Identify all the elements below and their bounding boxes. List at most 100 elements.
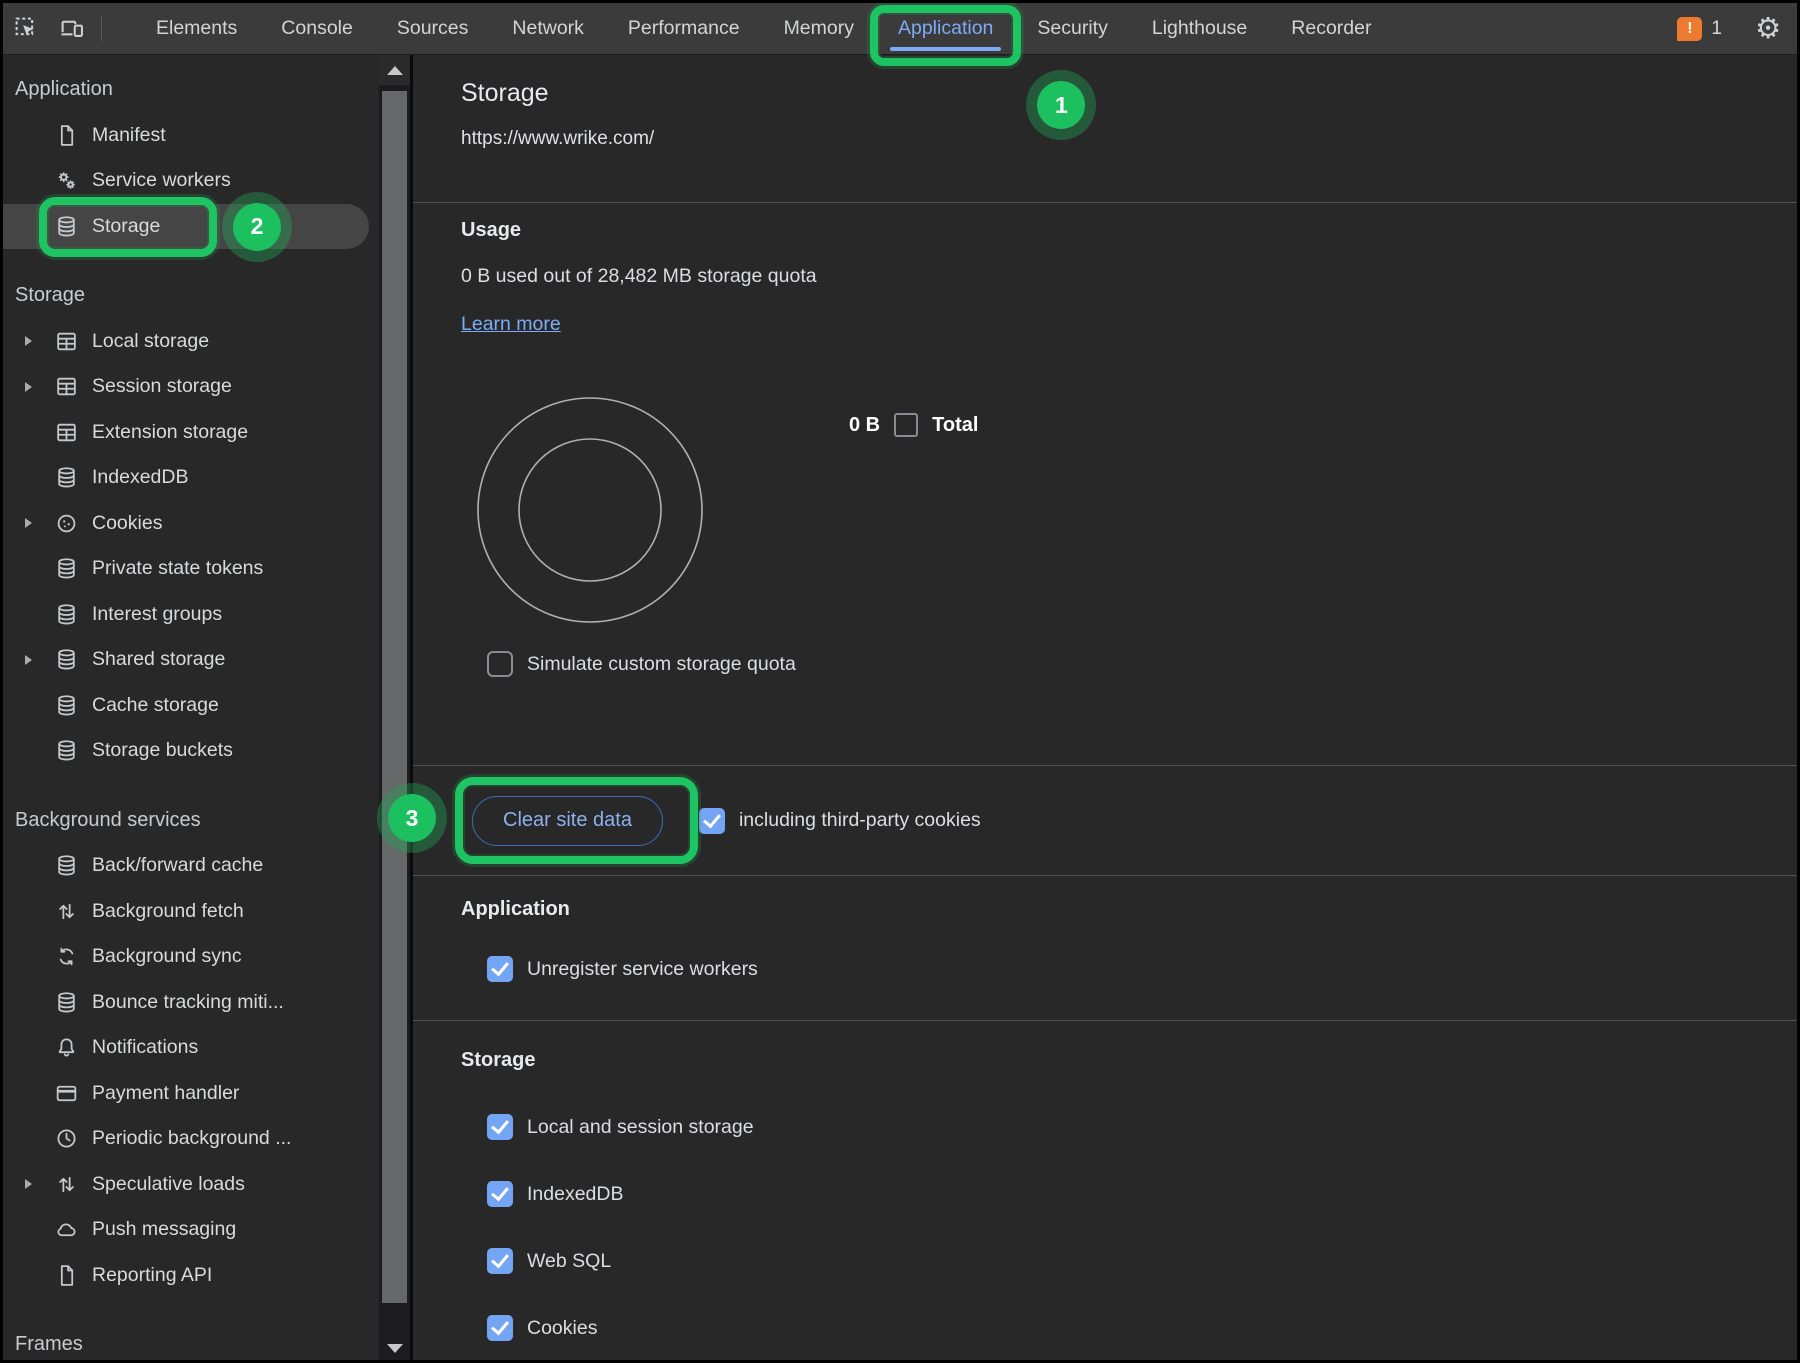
sidebar-item-indexeddb[interactable]: IndexedDB: [3, 455, 379, 501]
sidebar-item-payment-handler[interactable]: Payment handler: [3, 1071, 379, 1117]
database-icon: [53, 989, 79, 1015]
expand-arrow-icon[interactable]: [25, 1179, 41, 1189]
sidebar-item-cookies[interactable]: Cookies: [3, 501, 379, 547]
expand-arrow-icon[interactable]: [25, 655, 41, 665]
arrows-updown-icon: [53, 1171, 79, 1197]
sidebar-item-label: Interest groups: [92, 603, 222, 626]
sidebar-item-interest-groups[interactable]: Interest groups: [3, 592, 379, 638]
sidebar-item-background-fetch[interactable]: Background fetch: [3, 889, 379, 935]
inspect-element-button[interactable]: [3, 3, 49, 54]
sidebar-item-bounce-tracking-miti-[interactable]: Bounce tracking miti...: [3, 980, 379, 1026]
tab-label: Elements: [156, 17, 237, 40]
web-sql-checkbox[interactable]: [487, 1248, 513, 1274]
checkbox-label: Unregister service workers: [527, 958, 758, 981]
tab-label: Console: [281, 17, 353, 40]
sidebar-section-background-services: Background services: [3, 798, 379, 844]
sidebar-item-label: Background fetch: [92, 900, 244, 923]
tab-network[interactable]: Network: [490, 3, 606, 54]
sidebar-item-session-storage[interactable]: Session storage: [3, 364, 379, 410]
database-icon: [53, 556, 79, 582]
issues-count[interactable]: 1: [1711, 18, 1722, 40]
simulate-quota-checkbox[interactable]: [487, 651, 513, 677]
sidebar-item-storage[interactable]: Storage2: [3, 204, 369, 250]
issues-badge-icon[interactable]: !: [1677, 17, 1702, 41]
sidebar-item-extension-storage[interactable]: Extension storage: [3, 410, 379, 456]
database-icon: [53, 853, 79, 879]
cookies-checkbox[interactable]: [487, 1315, 513, 1341]
application-checkboxes: Unregister service workers: [461, 956, 1797, 982]
sidebar-item-label: Storage buckets: [92, 739, 233, 762]
third-party-cookies-checkbox[interactable]: [699, 808, 725, 834]
clear-site-data-button[interactable]: Clear site data: [472, 796, 663, 846]
sidebar-item-reporting-api[interactable]: Reporting API: [3, 1253, 379, 1299]
sidebar-item-label: Cache storage: [92, 694, 219, 717]
expand-arrow-icon[interactable]: [25, 336, 41, 346]
third-party-cookies-row: including third-party cookies: [699, 808, 981, 834]
application-sidebar: ApplicationManifestService workersStorag…: [3, 55, 379, 1362]
sidebar-item-push-messaging[interactable]: Push messaging: [3, 1207, 379, 1253]
tab-performance[interactable]: Performance: [606, 3, 762, 54]
tab-label: Performance: [628, 17, 740, 40]
sidebar-item-storage-buckets[interactable]: Storage buckets: [3, 728, 379, 774]
arrows-updown-icon: [53, 898, 79, 924]
learn-more-link[interactable]: Learn more: [461, 311, 561, 337]
clear-option-row: IndexedDB: [487, 1181, 1797, 1207]
sidebar-item-label: Notifications: [92, 1036, 198, 1059]
devtools-body: ApplicationManifestService workersStorag…: [3, 55, 1797, 1362]
file-icon: [53, 1262, 79, 1288]
tab-security[interactable]: Security: [1015, 3, 1129, 54]
clear-option-row: Cookies: [487, 1315, 1797, 1341]
tab-label: Security: [1037, 17, 1107, 40]
quota-text: 0 B used out of 28,482 MB storage quota: [461, 263, 1797, 289]
device-toolbar-button[interactable]: [49, 3, 95, 54]
tab-memory[interactable]: Memory: [762, 3, 876, 54]
legend-total-checkbox[interactable]: [894, 413, 918, 437]
sidebar-item-local-storage[interactable]: Local storage: [3, 319, 379, 365]
tab-elements[interactable]: Elements: [134, 3, 259, 54]
tab-label: Memory: [784, 17, 854, 40]
sidebar-scrollbar[interactable]: [379, 55, 410, 1362]
scrollbar-up-arrow-icon[interactable]: [379, 55, 410, 85]
sidebar-item-periodic-background-[interactable]: Periodic background ...: [3, 1116, 379, 1162]
sidebar-item-notifications[interactable]: Notifications: [3, 1025, 379, 1071]
scrollbar-thumb[interactable]: [382, 91, 407, 1303]
expand-arrow-icon[interactable]: [25, 382, 41, 392]
sidebar-item-label: Background sync: [92, 945, 242, 968]
toolbar-separator: [101, 16, 102, 41]
unregister-service-workers-checkbox[interactable]: [487, 956, 513, 982]
sidebar-item-private-state-tokens[interactable]: Private state tokens: [3, 546, 379, 592]
tab-label: Application: [898, 17, 993, 40]
table-icon: [53, 374, 79, 400]
scrollbar-down-arrow-icon[interactable]: [379, 1336, 410, 1360]
sidebar-item-back-forward-cache[interactable]: Back/forward cache: [3, 843, 379, 889]
clear-option-row: Unregister service workers: [487, 956, 1797, 982]
sidebar-item-background-sync[interactable]: Background sync: [3, 934, 379, 980]
sidebar-item-speculative-loads[interactable]: Speculative loads: [3, 1162, 379, 1208]
database-icon: [53, 601, 79, 627]
expand-arrow-icon[interactable]: [25, 518, 41, 528]
sidebar-item-manifest[interactable]: Manifest: [3, 113, 379, 159]
tab-sources[interactable]: Sources: [375, 3, 491, 54]
tab-recorder[interactable]: Recorder: [1269, 3, 1393, 54]
clear-site-data-section: Clear site data including third-party co…: [413, 766, 1797, 876]
local-and-session-storage-checkbox[interactable]: [487, 1114, 513, 1140]
sidebar-item-service-workers[interactable]: Service workers: [3, 158, 379, 204]
tab-lighthouse[interactable]: Lighthouse: [1130, 3, 1269, 54]
indexeddb-checkbox[interactable]: [487, 1181, 513, 1207]
tab-application[interactable]: Application1: [876, 3, 1015, 54]
database-icon: [53, 213, 79, 239]
settings-gear-icon[interactable]: ⚙: [1755, 14, 1781, 43]
clear-option-row: Web SQL: [487, 1248, 1797, 1274]
bell-icon: [53, 1035, 79, 1061]
tab-console[interactable]: Console: [259, 3, 375, 54]
sidebar-item-label: Extension storage: [92, 421, 248, 444]
sidebar-item-shared-storage[interactable]: Shared storage: [3, 637, 379, 683]
usage-section: Usage 0 B used out of 28,482 MB storage …: [413, 203, 1797, 766]
annotation-step-2: 2: [233, 203, 281, 251]
sync-icon: [53, 944, 79, 970]
sidebar-item-cache-storage[interactable]: Cache storage: [3, 683, 379, 729]
file-icon: [53, 122, 79, 148]
active-tab-underline: [890, 47, 1001, 51]
clear-option-row: Local and session storage: [487, 1114, 1797, 1140]
sidebar-item-label: Session storage: [92, 375, 232, 398]
